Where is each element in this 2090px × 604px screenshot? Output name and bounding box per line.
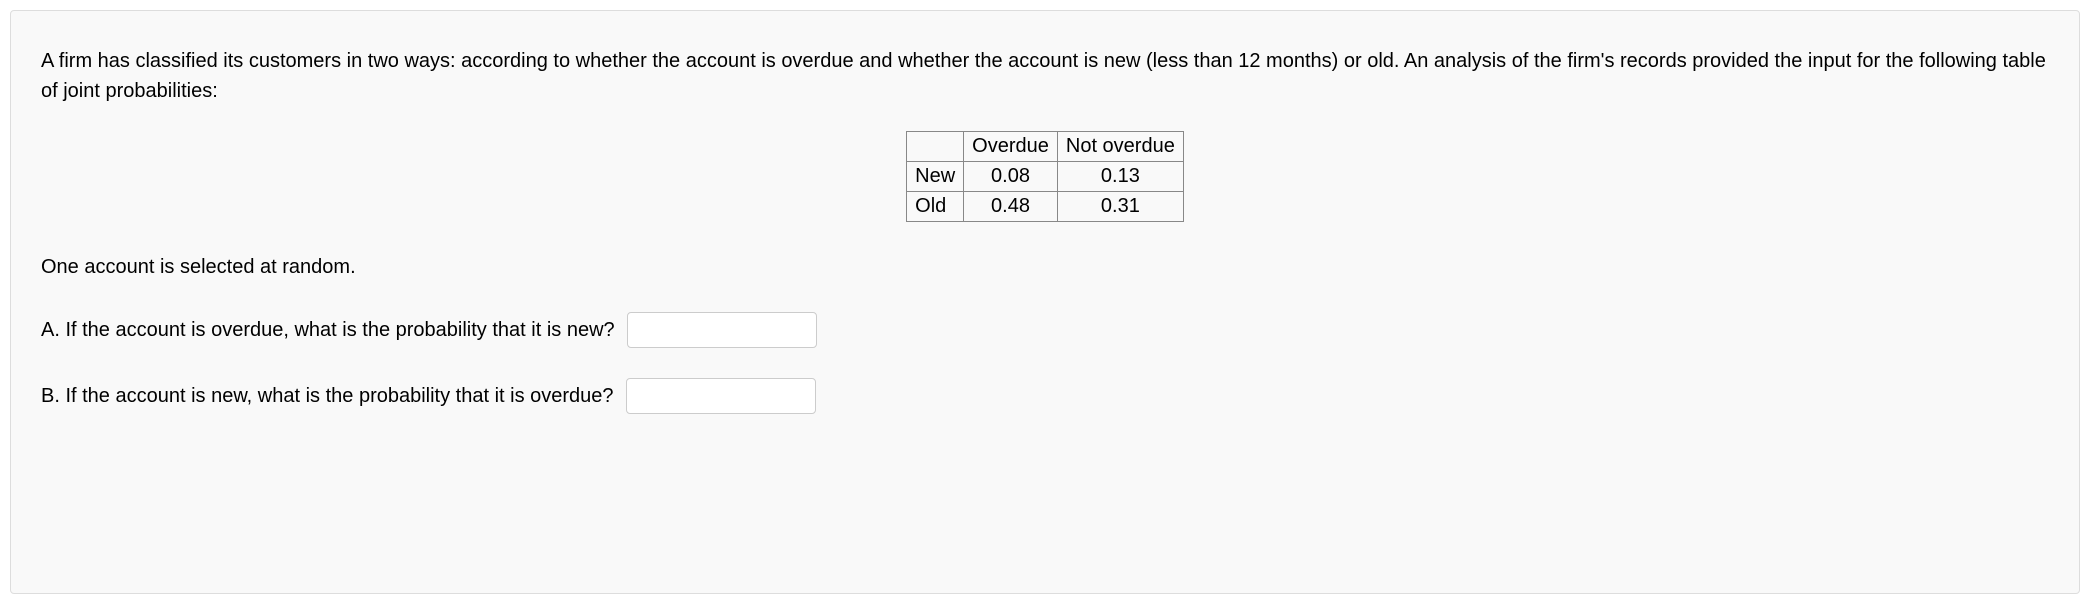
table-header-overdue: Overdue	[964, 132, 1058, 162]
cell-new-not-overdue: 0.13	[1057, 162, 1183, 192]
cell-old-overdue: 0.48	[964, 192, 1058, 222]
row-label-new: New	[907, 162, 964, 192]
table-header-row: Overdue Not overdue	[907, 132, 1184, 162]
cell-new-overdue: 0.08	[964, 162, 1058, 192]
question-b-label: B. If the account is new, what is the pr…	[41, 381, 614, 411]
intro-paragraph: A firm has classified its customers in t…	[41, 46, 2049, 106]
answer-a-input[interactable]	[627, 312, 817, 348]
question-a-label: A. If the account is overdue, what is th…	[41, 315, 615, 345]
cell-old-not-overdue: 0.31	[1057, 192, 1183, 222]
answer-b-input[interactable]	[626, 378, 816, 414]
question-a-row: A. If the account is overdue, what is th…	[41, 312, 2049, 348]
table-row: New 0.08 0.13	[907, 162, 1184, 192]
question-container: A firm has classified its customers in t…	[10, 10, 2080, 594]
table-row: Old 0.48 0.31	[907, 192, 1184, 222]
table-header-not-overdue: Not overdue	[1057, 132, 1183, 162]
row-label-old: Old	[907, 192, 964, 222]
subtext-paragraph: One account is selected at random.	[41, 252, 2049, 282]
question-b-row: B. If the account is new, what is the pr…	[41, 378, 2049, 414]
table-header-blank	[907, 132, 964, 162]
probability-table: Overdue Not overdue New 0.08 0.13 Old 0.…	[906, 131, 1184, 222]
table-wrapper: Overdue Not overdue New 0.08 0.13 Old 0.…	[41, 131, 2049, 222]
